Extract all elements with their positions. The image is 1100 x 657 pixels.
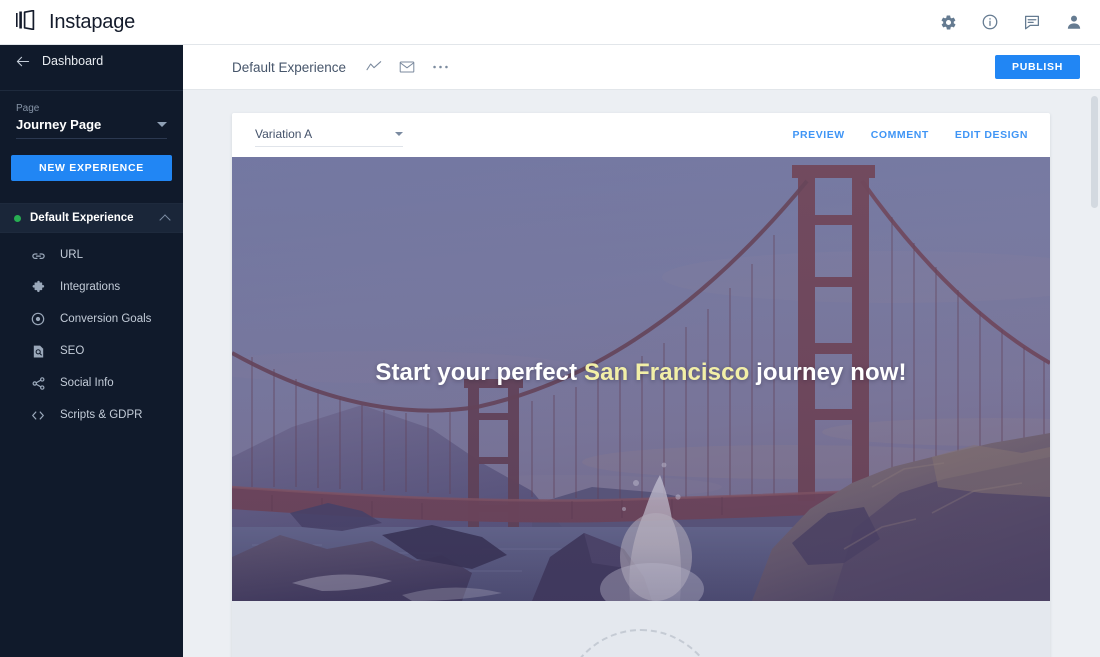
experience-header-bar: Default Experience PUBLISH <box>183 45 1100 90</box>
card-action-group: PREVIEW COMMENT EDIT DESIGN <box>792 129 1028 141</box>
page-title: Default Experience <box>232 59 347 75</box>
preview-button[interactable]: PREVIEW <box>792 129 844 141</box>
link-icon <box>30 247 46 263</box>
publish-button[interactable]: PUBLISH <box>995 55 1080 79</box>
sidebar-item-label: SEO <box>60 345 85 357</box>
seo-document-icon <box>30 343 46 359</box>
chevron-down-icon <box>157 122 167 127</box>
sidebar-item-seo[interactable]: SEO <box>0 335 183 367</box>
target-icon <box>30 311 46 327</box>
sidebar-item-label: URL <box>60 249 84 261</box>
canvas-scrollbar[interactable] <box>1089 90 1100 657</box>
experience-header-icons <box>366 60 449 74</box>
analytics-icon[interactable] <box>366 60 382 74</box>
brand-logo[interactable]: Instapage <box>16 9 136 35</box>
code-brackets-icon <box>30 407 46 423</box>
info-circle-icon[interactable] <box>980 12 1000 32</box>
page-selector-block: Page Journey Page <box>0 91 183 139</box>
hero-headline-before: Start your perfect <box>375 359 584 386</box>
variation-toolbar: Variation A PREVIEW COMMENT EDIT DESIGN <box>232 113 1050 157</box>
share-icon <box>30 375 46 391</box>
more-options-icon[interactable] <box>432 64 449 70</box>
variation-select-value: Variation A <box>255 127 313 141</box>
sidebar: Dashboard Page Journey Page NEW EXPERIEN… <box>0 45 183 657</box>
chat-icon[interactable] <box>1022 12 1042 32</box>
edit-design-button[interactable]: EDIT DESIGN <box>955 129 1028 141</box>
canvas-area: Variation A PREVIEW COMMENT EDIT DESIGN <box>183 90 1100 657</box>
sidebar-item-label: Scripts & GDPR <box>60 409 143 421</box>
sidebar-dashboard-label: Dashboard <box>42 54 104 68</box>
sidebar-item-label: Social Info <box>60 377 114 389</box>
sidebar-item-label: Integrations <box>60 281 121 293</box>
topbar-icon-group <box>938 12 1084 32</box>
sidebar-item-social-info[interactable]: Social Info <box>0 367 183 399</box>
gear-icon[interactable] <box>938 12 958 32</box>
sidebar-item-conversion-goals[interactable]: Conversion Goals <box>0 303 183 335</box>
sidebar-item-label: Conversion Goals <box>60 313 152 325</box>
account-icon[interactable] <box>1064 12 1084 32</box>
scrollbar-thumb[interactable] <box>1091 96 1098 208</box>
variation-select[interactable]: Variation A <box>255 127 403 147</box>
hero-headline-after: journey now! <box>749 359 907 386</box>
chevron-up-icon <box>159 213 171 226</box>
top-bar: Instapage <box>0 0 1100 45</box>
sidebar-item-integrations[interactable]: Integrations <box>0 271 183 303</box>
sidebar-item-scripts-gdpr[interactable]: Scripts & GDPR <box>0 399 183 431</box>
landing-page-preview[interactable]: Start your perfect San Francisco journey… <box>232 157 1050 601</box>
email-icon[interactable] <box>399 60 415 74</box>
brand-name: Instapage <box>49 10 136 33</box>
sidebar-item-url[interactable]: URL <box>0 239 183 271</box>
variation-card: Variation A PREVIEW COMMENT EDIT DESIGN <box>232 113 1050 657</box>
chevron-down-icon <box>395 132 403 136</box>
arrow-left-icon <box>16 55 30 68</box>
page-section-below-hero[interactable] <box>232 601 1050 657</box>
new-experience-button[interactable]: NEW EXPERIENCE <box>11 155 172 181</box>
comment-button[interactable]: COMMENT <box>871 129 929 141</box>
hero-headline: Start your perfect San Francisco journey… <box>232 359 1050 387</box>
main-area: Default Experience PUBLISH Variation A P… <box>183 45 1100 657</box>
sidebar-nav-list: URL Integrations Conversion Goals SEO So… <box>0 233 183 431</box>
instapage-logo-icon <box>16 9 42 35</box>
page-select[interactable]: Journey Page <box>16 117 167 139</box>
puzzle-icon <box>30 279 46 295</box>
sidebar-experience-header[interactable]: Default Experience <box>0 203 183 233</box>
hero-headline-highlight: San Francisco <box>583 359 750 386</box>
dashed-circle-placeholder <box>561 629 721 657</box>
page-select-value: Journey Page <box>16 117 102 132</box>
sidebar-experience-label: Default Experience <box>30 212 134 224</box>
status-dot-icon <box>14 214 21 222</box>
sidebar-back-dashboard[interactable]: Dashboard <box>0 45 183 77</box>
page-field-label: Page <box>16 103 40 114</box>
